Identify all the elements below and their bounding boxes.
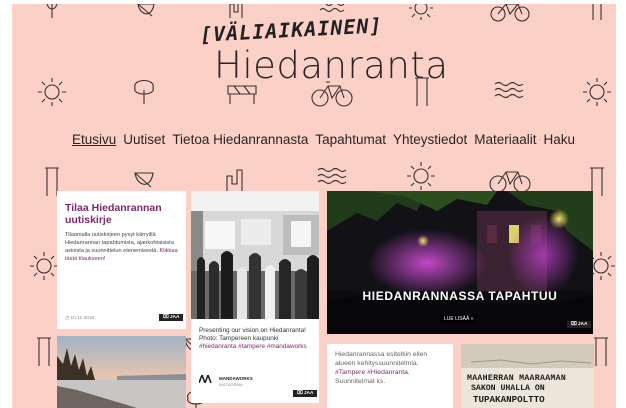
frame-right [616,0,626,408]
share-button[interactable]: ⌧ JAA [567,321,592,328]
nav-item-tapahtumat[interactable]: Tapahtumat [315,132,386,147]
share-button[interactable]: ⌧ JAA [159,314,184,321]
mandaworks-logo-icon [199,375,212,383]
sun-icon [38,78,66,106]
tree-icon [134,79,154,104]
nav-item-etusivu[interactable]: Etusivu [72,132,116,147]
instagram-source[interactable]: MANDAWORKS [219,376,253,381]
chimney-icon [592,1,602,20]
instagram-caption: Presenting our vision on Hiedanranta! Ph… [199,327,315,352]
sign-line-3: TUPAKANPOLTTO [473,394,545,405]
sign-line-1: MAAHERRAN MAARAAMAN [467,374,567,383]
nav-item-yhteystiedot[interactable]: Yhteystiedot [393,132,467,147]
sign-line-2: SAKON UHALLA ON [471,384,545,393]
share-button[interactable]: ⌧ JAA [293,390,318,397]
instagram-photo[interactable] [191,191,319,319]
page: [VÄLIAIKAINEN] Hiedanranta Etusivu Uutis… [0,0,626,408]
event-card[interactable]: HIEDANRANNASSA TAPAHTUU LUE LISÄÄ » ⌧ JA… [327,191,593,334]
newsletter-date-text: 10.11.2016 [70,316,95,321]
instagram-tags[interactable]: #hiedanranta #tampere #mandaworks [199,343,307,350]
logo-title[interactable]: Hiedanranta [214,44,449,87]
newsletter-card[interactable]: Tilaa Hiedanrannan uutiskirje Tilaamalla… [57,191,186,329]
frame-top [0,0,626,4]
instagram-caption-card[interactable]: Presenting our vision on Hiedanranta! Ph… [191,319,319,403]
barrier-icon [227,85,257,104]
nav-item-materiaalit[interactable]: Materiaalit [474,132,536,147]
wave-icon [494,81,524,99]
twitter-body: Hiedanrannassa esiteltiin ellen alueen k… [335,351,428,367]
event-headline[interactable]: HIEDANRANNASSA TAPAHTUU [327,289,593,303]
sun-icon [407,162,435,190]
bicycle-icon [490,3,530,22]
main-nav: Etusivu Uutiset Tietoa Hiedanrannasta Ta… [72,132,582,147]
sun-icon [583,78,611,106]
lake-photo[interactable] [57,336,186,408]
instagram-network: INSTAGRAM [219,382,243,387]
leaf-icon [134,172,154,188]
event-photo [327,191,593,334]
lake-photo-image [57,336,186,408]
newsletter-text: Tilaamalla uutiskirjeen pysyt kärryillä … [65,232,174,254]
share-label: JAA [169,315,180,320]
twitter-tags[interactable]: #Tampere #Hiedanranta. [335,369,410,376]
frame-left [0,0,12,408]
leaf-icon [137,3,155,17]
share-label: JAA [303,391,314,396]
sign-photo[interactable]: MAAHERRAN MAARAAMAN SAKON UHALLA ON TUPA… [461,344,594,408]
exhibition-photo [191,191,319,319]
read-more-button[interactable]: LUE LISÄÄ » [440,315,478,323]
bicycle-icon [489,171,531,193]
chimney-icon [229,1,243,18]
nav-item-tietoa[interactable]: Tietoa Hiedanrannasta [172,132,308,147]
wave-icon [317,167,347,185]
chimney-icon [37,337,51,366]
twitter-card[interactable]: Hiedanrannassa esiteltiin ellen alueen k… [327,344,453,408]
sun-icon [30,252,58,280]
nav-item-uutiset[interactable]: Uutiset [123,132,165,147]
newsletter-body: Tilaamalla uutiskirjeen pysyt kärryillä … [65,231,181,263]
chimney-icon [594,337,608,366]
chimney-icon [226,169,243,192]
newsletter-title[interactable]: Tilaa Hiedanrannan uutiskirje [65,202,183,226]
share-label: JAA [577,322,588,327]
newsletter-date: ◷ 10.11.2016 [65,316,95,321]
instagram-caption-text: Presenting our vision on Hiedanranta! Ph… [199,327,306,343]
twitter-text: Hiedanrannassa esiteltiin ellen alueen k… [335,350,449,386]
twitter-tail: Suunnitelmat ks. [335,378,386,385]
nav-item-haku[interactable]: Haku [544,132,576,147]
